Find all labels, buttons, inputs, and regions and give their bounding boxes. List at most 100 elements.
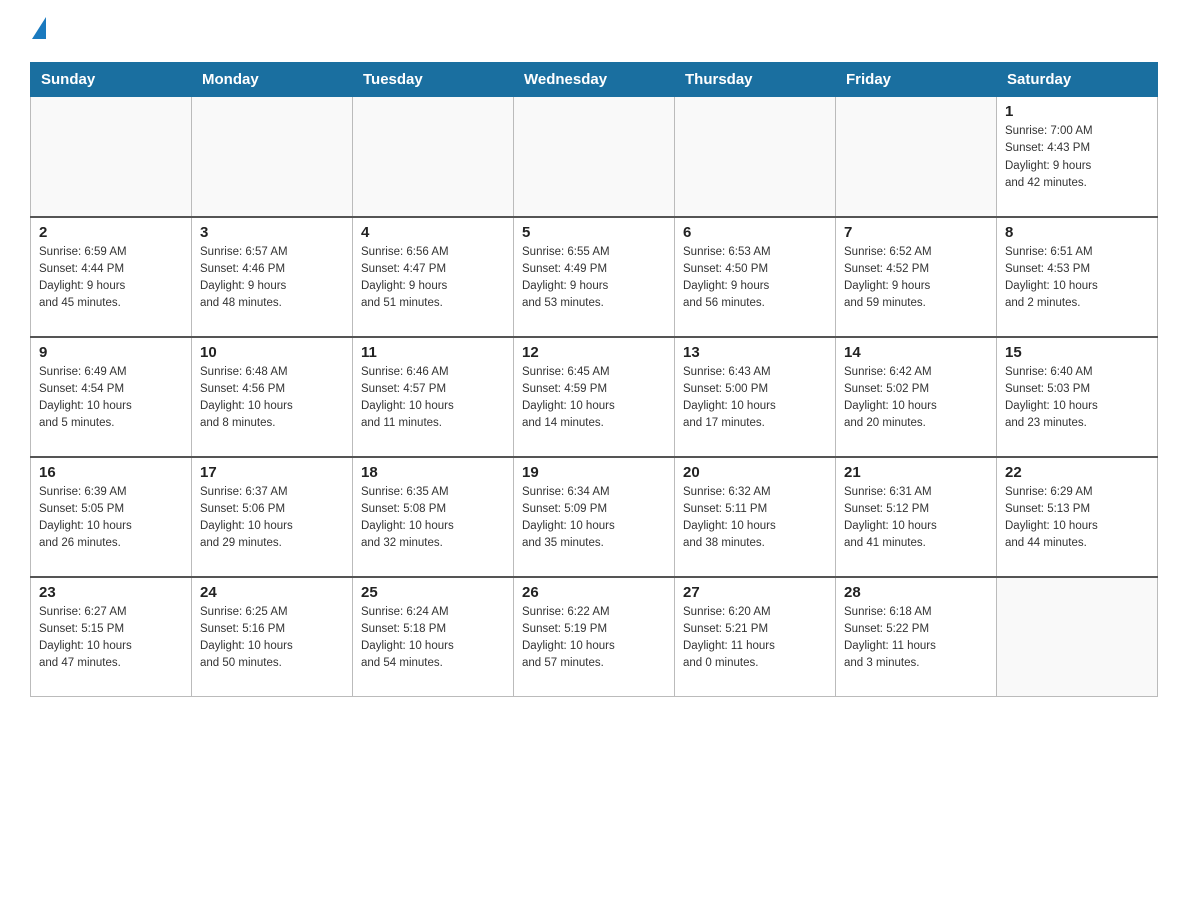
day-number: 18 [361,464,505,481]
logo-triangle-icon [32,17,46,39]
day-info: Sunrise: 6:32 AM Sunset: 5:11 PM Dayligh… [683,484,827,553]
day-number: 24 [200,584,344,601]
calendar-header-row: SundayMondayTuesdayWednesdayThursdayFrid… [31,63,1158,97]
day-number: 27 [683,584,827,601]
day-info: Sunrise: 6:53 AM Sunset: 4:50 PM Dayligh… [683,244,827,313]
calendar-day-cell: 15 Sunrise: 6:40 AM Sunset: 5:03 PM Dayli… [997,337,1158,457]
day-number: 2 [39,224,183,241]
day-number: 8 [1005,224,1149,241]
calendar-day-cell: 22 Sunrise: 6:29 AM Sunset: 5:13 PM Dayli… [997,457,1158,577]
day-number: 19 [522,464,666,481]
day-of-week-header: Saturday [997,63,1158,97]
day-info: Sunrise: 6:42 AM Sunset: 5:02 PM Dayligh… [844,364,988,433]
calendar-day-cell [997,577,1158,697]
day-info: Sunrise: 6:35 AM Sunset: 5:08 PM Dayligh… [361,484,505,553]
day-info: Sunrise: 6:52 AM Sunset: 4:52 PM Dayligh… [844,244,988,313]
day-of-week-header: Tuesday [353,63,514,97]
calendar-day-cell: 5 Sunrise: 6:55 AM Sunset: 4:49 PM Daylig… [514,217,675,337]
day-info: Sunrise: 6:37 AM Sunset: 5:06 PM Dayligh… [200,484,344,553]
calendar-day-cell: 27 Sunrise: 6:20 AM Sunset: 5:21 PM Dayli… [675,577,836,697]
day-number: 5 [522,224,666,241]
day-number: 28 [844,584,988,601]
day-number: 16 [39,464,183,481]
day-number: 21 [844,464,988,481]
day-info: Sunrise: 6:40 AM Sunset: 5:03 PM Dayligh… [1005,364,1149,433]
calendar-day-cell [836,97,997,217]
calendar-day-cell: 24Sunrise: 6:25 AM Sunset: 5:16 PM Dayli… [192,577,353,697]
calendar-day-cell: 14 Sunrise: 6:42 AM Sunset: 5:02 PM Dayli… [836,337,997,457]
day-of-week-header: Sunday [31,63,192,97]
day-number: 10 [200,344,344,361]
day-info: Sunrise: 6:45 AM Sunset: 4:59 PM Dayligh… [522,364,666,433]
day-of-week-header: Friday [836,63,997,97]
calendar-day-cell [675,97,836,217]
calendar-day-cell: 16 Sunrise: 6:39 AM Sunset: 5:05 PM Dayli… [31,457,192,577]
day-info: Sunrise: 6:55 AM Sunset: 4:49 PM Dayligh… [522,244,666,313]
day-of-week-header: Wednesday [514,63,675,97]
day-info: Sunrise: 6:31 AM Sunset: 5:12 PM Dayligh… [844,484,988,553]
day-number: 4 [361,224,505,241]
day-info: Sunrise: 6:22 AM Sunset: 5:19 PM Dayligh… [522,604,666,673]
calendar-day-cell: 10 Sunrise: 6:48 AM Sunset: 4:56 PM Dayli… [192,337,353,457]
day-number: 25 [361,584,505,601]
day-info: Sunrise: 6:43 AM Sunset: 5:00 PM Dayligh… [683,364,827,433]
day-number: 12 [522,344,666,361]
calendar-day-cell: 28 Sunrise: 6:18 AM Sunset: 5:22 PM Dayli… [836,577,997,697]
day-number: 14 [844,344,988,361]
day-number: 15 [1005,344,1149,361]
calendar-day-cell: 12 Sunrise: 6:45 AM Sunset: 4:59 PM Dayli… [514,337,675,457]
day-info: Sunrise: 6:39 AM Sunset: 5:05 PM Dayligh… [39,484,183,553]
calendar-day-cell [192,97,353,217]
calendar-table: SundayMondayTuesdayWednesdayThursdayFrid… [30,62,1158,697]
calendar-day-cell: 6Sunrise: 6:53 AM Sunset: 4:50 PM Daylig… [675,217,836,337]
day-number: 11 [361,344,505,361]
page-header [30,20,1158,42]
day-number: 1 [1005,103,1149,120]
day-info: Sunrise: 6:51 AM Sunset: 4:53 PM Dayligh… [1005,244,1149,313]
day-number: 3 [200,224,344,241]
day-number: 23 [39,584,183,601]
day-info: Sunrise: 6:49 AM Sunset: 4:54 PM Dayligh… [39,364,183,433]
day-number: 9 [39,344,183,361]
day-info: Sunrise: 6:18 AM Sunset: 5:22 PM Dayligh… [844,604,988,673]
day-info: Sunrise: 7:00 AM Sunset: 4:43 PM Dayligh… [1005,123,1149,192]
calendar-day-cell: 1 Sunrise: 7:00 AM Sunset: 4:43 PM Daylig… [997,97,1158,217]
calendar-day-cell: 3Sunrise: 6:57 AM Sunset: 4:46 PM Daylig… [192,217,353,337]
day-info: Sunrise: 6:27 AM Sunset: 5:15 PM Dayligh… [39,604,183,673]
calendar-day-cell: 13 Sunrise: 6:43 AM Sunset: 5:00 PM Dayli… [675,337,836,457]
day-info: Sunrise: 6:46 AM Sunset: 4:57 PM Dayligh… [361,364,505,433]
calendar-day-cell: 19 Sunrise: 6:34 AM Sunset: 5:09 PM Dayli… [514,457,675,577]
calendar-week-row: 1 Sunrise: 7:00 AM Sunset: 4:43 PM Daylig… [31,97,1158,217]
calendar-day-cell [514,97,675,217]
calendar-day-cell: 26 Sunrise: 6:22 AM Sunset: 5:19 PM Dayli… [514,577,675,697]
calendar-week-row: 2 Sunrise: 6:59 AM Sunset: 4:44 PM Daylig… [31,217,1158,337]
calendar-day-cell: 25 Sunrise: 6:24 AM Sunset: 5:18 PM Dayli… [353,577,514,697]
calendar-day-cell: 11 Sunrise: 6:46 AM Sunset: 4:57 PM Dayli… [353,337,514,457]
day-info: Sunrise: 6:24 AM Sunset: 5:18 PM Dayligh… [361,604,505,673]
logo [30,20,48,42]
day-info: Sunrise: 6:29 AM Sunset: 5:13 PM Dayligh… [1005,484,1149,553]
calendar-day-cell: 17 Sunrise: 6:37 AM Sunset: 5:06 PM Dayli… [192,457,353,577]
calendar-day-cell: 18 Sunrise: 6:35 AM Sunset: 5:08 PM Dayli… [353,457,514,577]
day-number: 7 [844,224,988,241]
day-of-week-header: Monday [192,63,353,97]
calendar-day-cell: 23 Sunrise: 6:27 AM Sunset: 5:15 PM Dayli… [31,577,192,697]
day-number: 13 [683,344,827,361]
calendar-week-row: 23 Sunrise: 6:27 AM Sunset: 5:15 PM Dayli… [31,577,1158,697]
calendar-day-cell: 2 Sunrise: 6:59 AM Sunset: 4:44 PM Daylig… [31,217,192,337]
calendar-week-row: 16 Sunrise: 6:39 AM Sunset: 5:05 PM Dayli… [31,457,1158,577]
calendar-day-cell: 21 Sunrise: 6:31 AM Sunset: 5:12 PM Dayli… [836,457,997,577]
day-number: 17 [200,464,344,481]
day-info: Sunrise: 6:59 AM Sunset: 4:44 PM Dayligh… [39,244,183,313]
day-info: Sunrise: 6:34 AM Sunset: 5:09 PM Dayligh… [522,484,666,553]
day-number: 22 [1005,464,1149,481]
calendar-week-row: 9 Sunrise: 6:49 AM Sunset: 4:54 PM Daylig… [31,337,1158,457]
day-info: Sunrise: 6:48 AM Sunset: 4:56 PM Dayligh… [200,364,344,433]
day-info: Sunrise: 6:56 AM Sunset: 4:47 PM Dayligh… [361,244,505,313]
day-of-week-header: Thursday [675,63,836,97]
day-number: 20 [683,464,827,481]
day-info: Sunrise: 6:20 AM Sunset: 5:21 PM Dayligh… [683,604,827,673]
calendar-day-cell [353,97,514,217]
calendar-day-cell: 7 Sunrise: 6:52 AM Sunset: 4:52 PM Daylig… [836,217,997,337]
day-number: 26 [522,584,666,601]
